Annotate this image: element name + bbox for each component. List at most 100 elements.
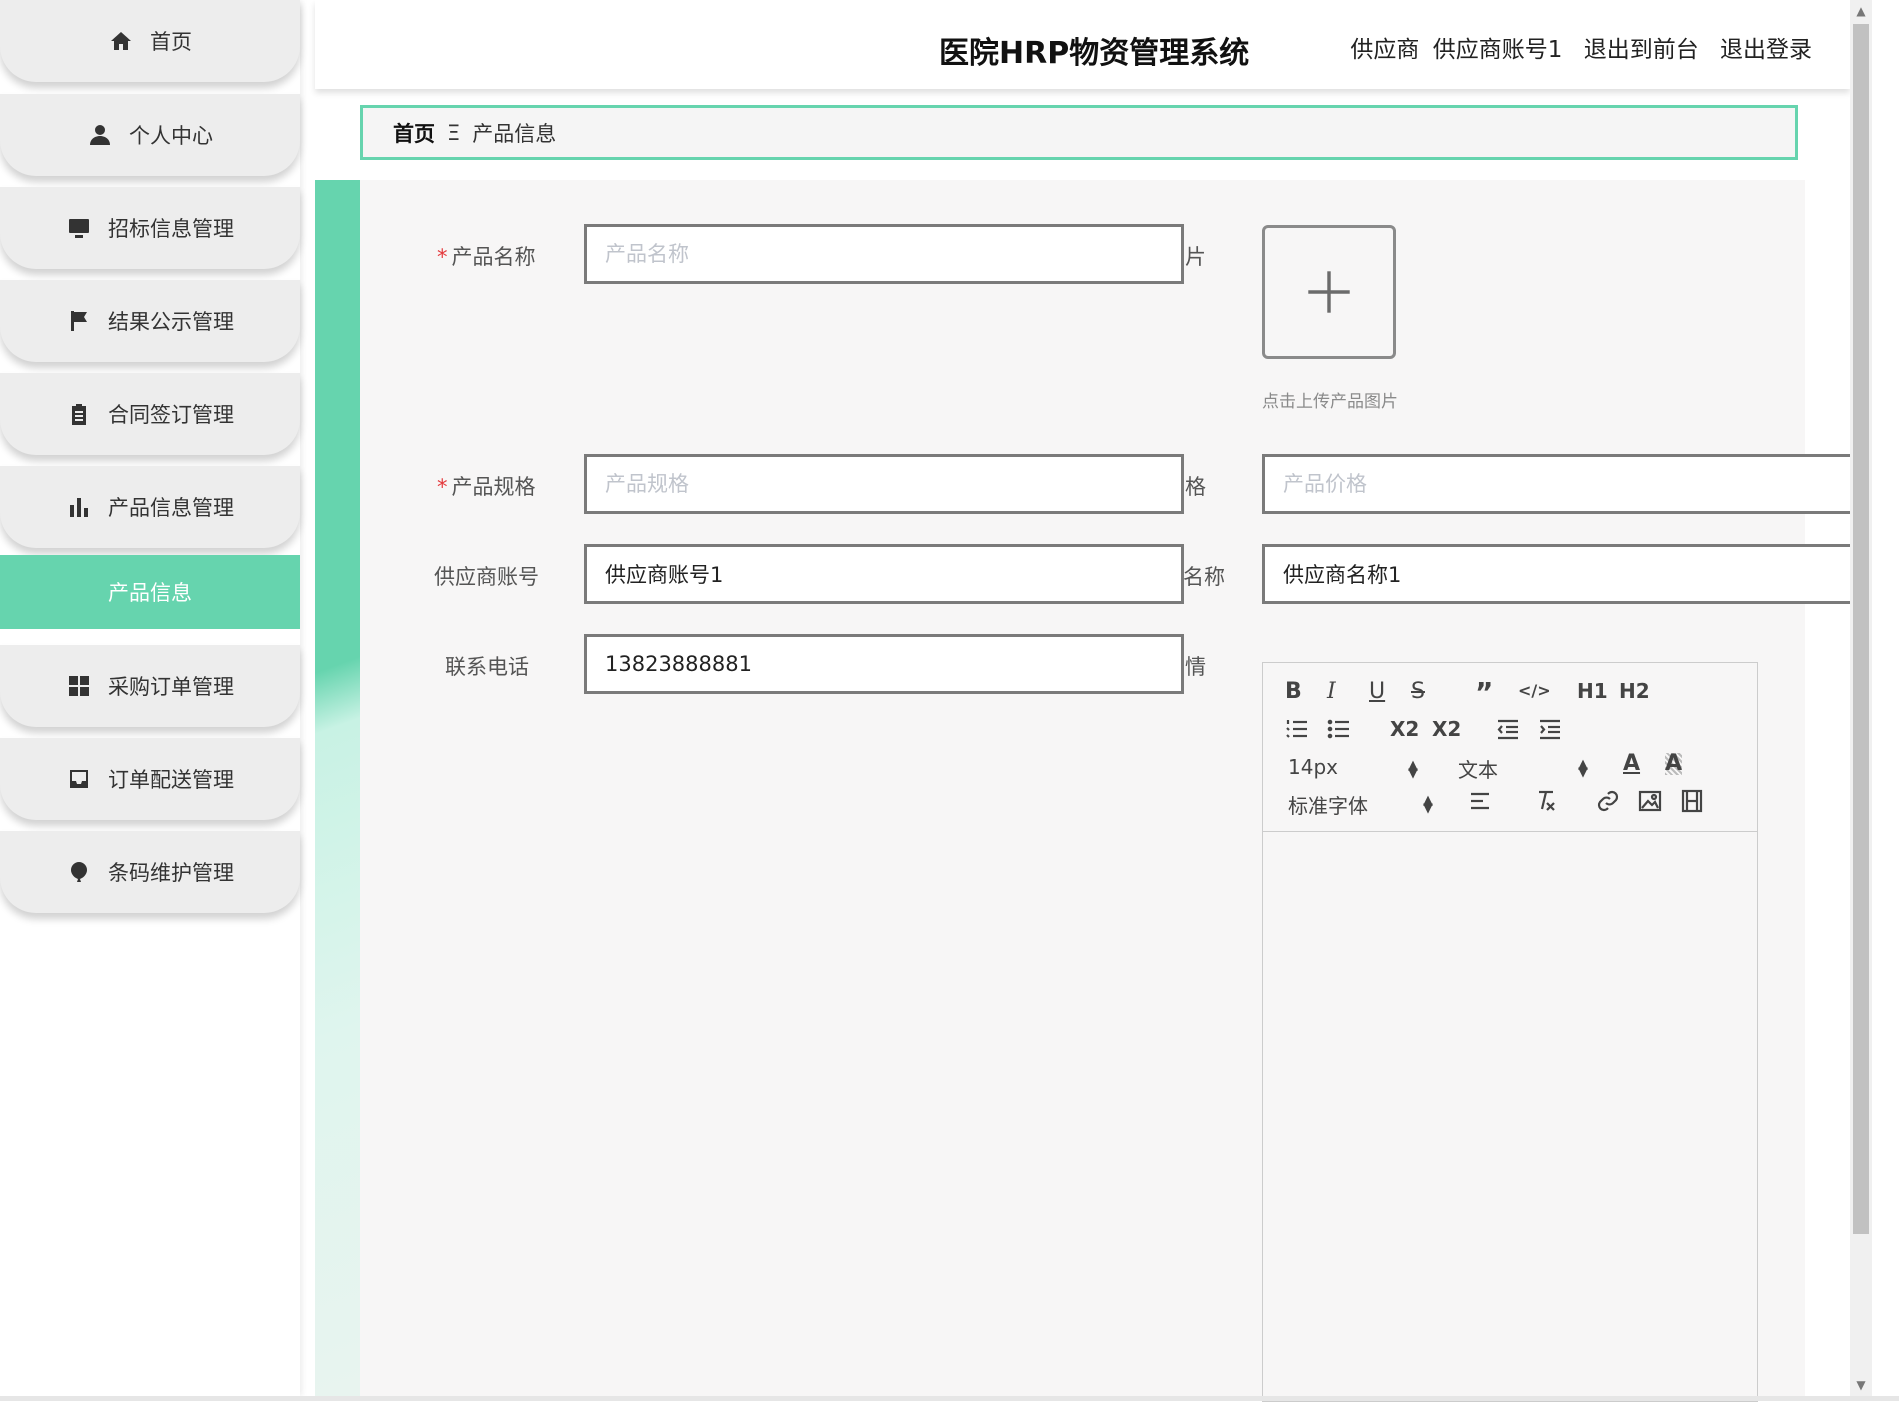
font-color-button[interactable]: A <box>1623 753 1640 775</box>
sidebar-subitem-product-info[interactable]: 产品信息 <box>0 555 300 629</box>
product-price-input[interactable] <box>1262 454 1850 514</box>
vertical-scrollbar[interactable]: ▲ ▼ <box>1850 0 1872 1396</box>
align-left-icon <box>1471 792 1489 810</box>
top-header: 医院HRP物资管理系统 供应商 供应商账号1 退出到前台 退出登录 <box>315 0 1850 89</box>
sidebar-item-label: 条码维护管理 <box>108 861 234 885</box>
outdent-button[interactable] <box>1496 717 1520 746</box>
sidebar-item-label: 首页 <box>150 30 192 54</box>
grid-icon <box>66 673 92 699</box>
image-button[interactable] <box>1638 789 1662 818</box>
bullet-list-button[interactable] <box>1327 717 1351 746</box>
select-arrows-icon: ▼ <box>1578 765 1588 780</box>
heading-select[interactable]: 文本 ▲ ▼ <box>1458 754 1588 783</box>
sidebar: 首页 个人中心 招标信息管理 结果公示管理 合同签订管理 产品信息管理 产品信息… <box>0 0 300 1396</box>
scroll-up-arrow-icon[interactable]: ▲ <box>1850 0 1872 22</box>
sidebar-item-contract[interactable]: 合同签订管理 <box>0 373 300 455</box>
indent-icon <box>1540 719 1560 740</box>
clear-format-button[interactable] <box>1533 789 1557 818</box>
supplier-account-label: 供应商账号 <box>434 565 539 589</box>
image-upload-button[interactable] <box>1262 225 1396 359</box>
upload-hint: 点击上传产品图片 <box>1262 392 1398 412</box>
monitor-icon <box>66 215 92 241</box>
link-button[interactable] <box>1596 789 1620 818</box>
superscript-button[interactable]: X2 <box>1432 719 1461 739</box>
breadcrumb-current: 产品信息 <box>472 121 557 146</box>
background-color-button[interactable]: A <box>1665 751 1683 776</box>
bar-chart-icon <box>66 494 92 520</box>
video-button[interactable] <box>1680 789 1704 818</box>
sidebar-item-profile[interactable]: 个人中心 <box>0 94 300 176</box>
clear-format-icon <box>1539 790 1555 811</box>
product-spec-label: * 产品规格 <box>437 475 536 499</box>
background-color-icon: A <box>1665 751 1683 776</box>
product-price-label: 格 <box>1185 475 1206 499</box>
product-image-label: 片 <box>1185 245 1206 269</box>
select-arrows-icon: ▼ <box>1423 801 1433 816</box>
sidebar-item-label: 产品信息管理 <box>108 496 234 520</box>
strike-button[interactable]: S <box>1411 681 1425 703</box>
product-spec-input[interactable] <box>584 454 1184 514</box>
to-front-link[interactable]: 退出到前台 <box>1584 37 1699 63</box>
blockquote-button[interactable]: ” <box>1475 679 1493 707</box>
ordered-list-icon <box>1286 720 1307 738</box>
bottom-border <box>0 1396 1899 1401</box>
h2-button[interactable]: H2 <box>1619 681 1650 701</box>
align-button[interactable] <box>1469 789 1493 818</box>
editor-toolbar: B I U S ” </> H1 H2 X2 X2 14px ▲ ▼ 文本 ▲ ▼ A … <box>1263 663 1757 832</box>
font-family-value: 标准字体 <box>1288 794 1368 818</box>
image-icon <box>1638 790 1662 812</box>
bold-button[interactable]: B <box>1285 681 1302 703</box>
sidebar-item-result[interactable]: 结果公示管理 <box>0 280 300 362</box>
supplier-name-input[interactable] <box>1262 544 1850 604</box>
font-size-select[interactable]: 14px ▲ ▼ <box>1288 755 1418 781</box>
italic-button[interactable]: I <box>1327 681 1336 703</box>
indent-button[interactable] <box>1538 717 1562 746</box>
scroll-down-arrow-icon[interactable]: ▼ <box>1850 1374 1872 1396</box>
clipboard-icon <box>66 401 92 427</box>
person-icon <box>87 122 113 148</box>
font-color-icon: A <box>1623 751 1641 776</box>
heading-value: 文本 <box>1458 758 1498 782</box>
details-label: 情 <box>1185 655 1206 679</box>
bullet-list-icon <box>1327 719 1349 739</box>
select-arrows-icon: ▼ <box>1408 766 1418 781</box>
required-mark: * <box>437 475 448 499</box>
product-name-input[interactable] <box>584 224 1184 284</box>
user-role: 供应商 <box>1350 37 1420 63</box>
scrollbar-thumb[interactable] <box>1853 24 1869 1234</box>
home-icon <box>108 28 134 54</box>
sidebar-item-tender[interactable]: 招标信息管理 <box>0 187 300 269</box>
font-family-select[interactable]: 标准字体 ▲ ▼ <box>1288 790 1433 819</box>
subscript-button[interactable]: X2 <box>1390 719 1419 739</box>
phone-label: 联系电话 <box>445 655 529 679</box>
h1-button[interactable]: H1 <box>1577 681 1608 701</box>
sidebar-item-purchase-order[interactable]: 采购订单管理 <box>0 645 300 727</box>
sidebar-item-label: 招标信息管理 <box>108 217 234 241</box>
link-icon <box>1597 790 1619 812</box>
breadcrumb-separator: Ξ <box>447 120 461 145</box>
video-icon <box>1681 789 1703 813</box>
sidebar-item-barcode[interactable]: 条码维护管理 <box>0 831 300 913</box>
outdent-icon <box>1497 719 1518 740</box>
decorative-strip <box>315 180 360 1396</box>
breadcrumb-home[interactable]: 首页 <box>393 118 435 148</box>
editor-content-area[interactable] <box>1263 832 1757 1401</box>
code-button[interactable]: </> <box>1518 683 1551 699</box>
sidebar-item-product[interactable]: 产品信息管理 <box>0 466 300 548</box>
sidebar-item-label: 个人中心 <box>129 124 213 148</box>
underline-button[interactable]: U <box>1369 681 1385 703</box>
breadcrumb: 首页 Ξ 产品信息 <box>360 105 1798 160</box>
required-mark: * <box>437 245 448 269</box>
sidebar-item-label: 采购订单管理 <box>108 675 234 699</box>
font-size-value: 14px <box>1288 755 1338 779</box>
sidebar-item-label: 订单配送管理 <box>108 768 234 792</box>
logout-link[interactable]: 退出登录 <box>1720 37 1812 63</box>
sidebar-item-label: 合同签订管理 <box>108 403 234 427</box>
supplier-account-input[interactable] <box>584 544 1184 604</box>
sidebar-item-delivery[interactable]: 订单配送管理 <box>0 738 300 820</box>
balloon-icon <box>66 859 92 885</box>
ordered-list-button[interactable] <box>1285 717 1309 746</box>
username: 供应商账号1 <box>1432 37 1563 63</box>
phone-input[interactable] <box>584 634 1184 694</box>
sidebar-item-home[interactable]: 首页 <box>0 0 300 82</box>
